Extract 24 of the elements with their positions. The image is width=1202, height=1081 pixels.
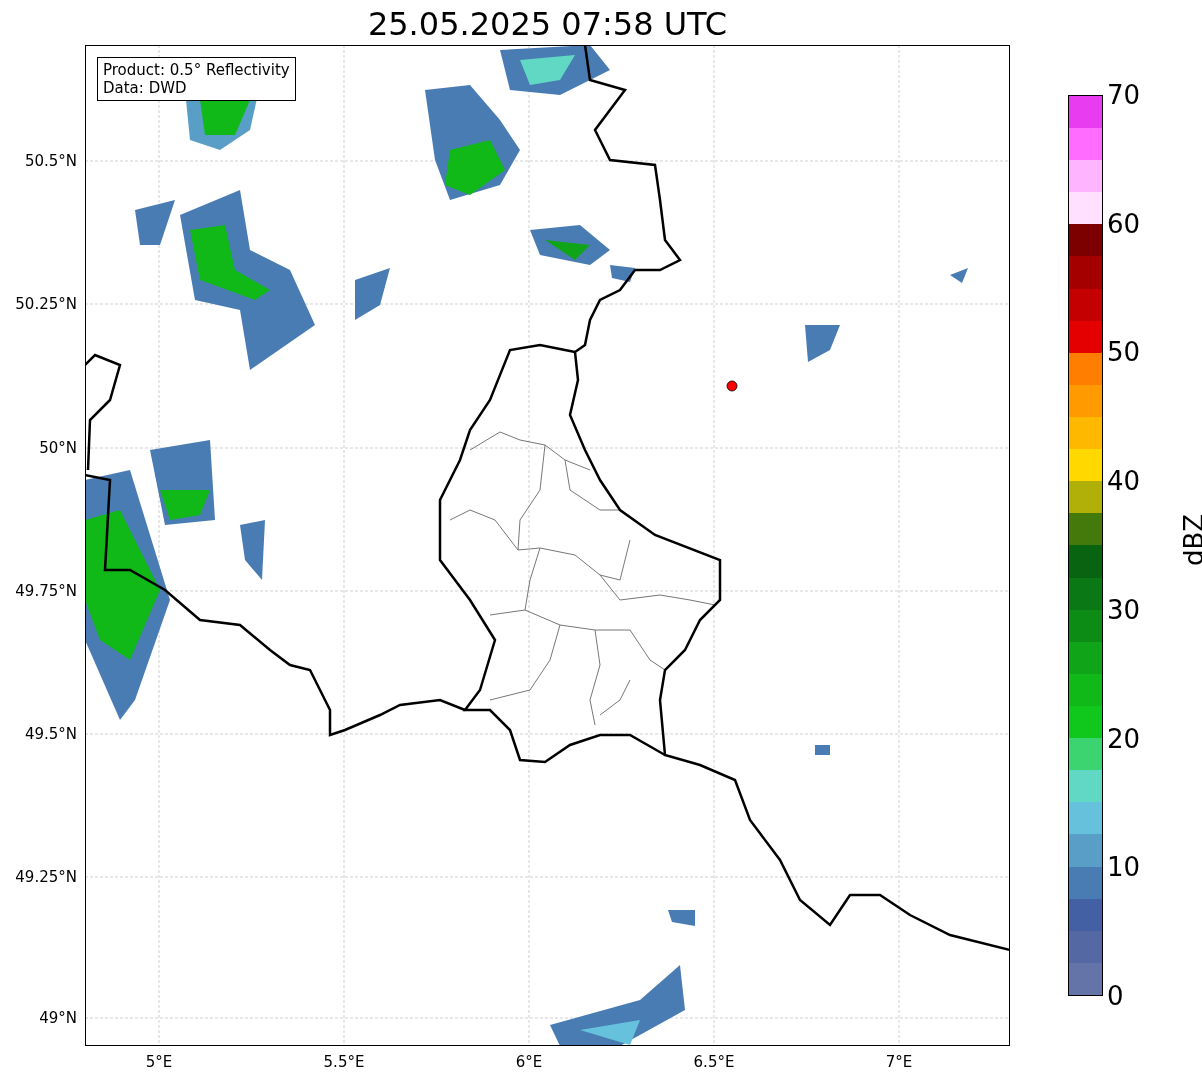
longitude-label: 6.5°E — [692, 1053, 736, 1071]
colorbar-tick-label: 50 — [1107, 337, 1141, 368]
latitude-label: 50°N — [39, 439, 77, 457]
longitude-label: 5.5°E — [322, 1053, 366, 1071]
colorbar-tick-label: 70 — [1107, 80, 1141, 110]
longitude-label: 5°E — [144, 1053, 174, 1071]
colorbar-tick-label: 20 — [1107, 723, 1141, 754]
colorbar-tick-label: 60 — [1107, 208, 1141, 239]
colorbar-tick-label: 0 — [1107, 981, 1124, 1011]
latitude-label: 49.25°N — [15, 868, 77, 886]
colorbar-tick-label: 30 — [1107, 594, 1141, 625]
latitude-label: 49°N — [39, 1009, 77, 1027]
location-marker — [726, 380, 738, 392]
legend-text: Product: 0.5° Reflectivity — [103, 61, 290, 79]
latitude-label: 50.5°N — [24, 152, 77, 170]
latitude-label: 49.75°N — [15, 582, 77, 600]
chart-title: 25.05.2025 07:58 UTC — [366, 4, 729, 45]
legend-text: Data: DWD — [103, 79, 188, 97]
longitude-label: 7°E — [884, 1053, 914, 1071]
colorbar-tick-label: 40 — [1107, 466, 1141, 497]
latitude-label: 50.25°N — [15, 295, 77, 313]
longitude-label: 6°E — [514, 1053, 544, 1071]
latitude-label: 49.5°N — [24, 725, 77, 743]
colorbar-tick-label: 10 — [1107, 852, 1141, 883]
